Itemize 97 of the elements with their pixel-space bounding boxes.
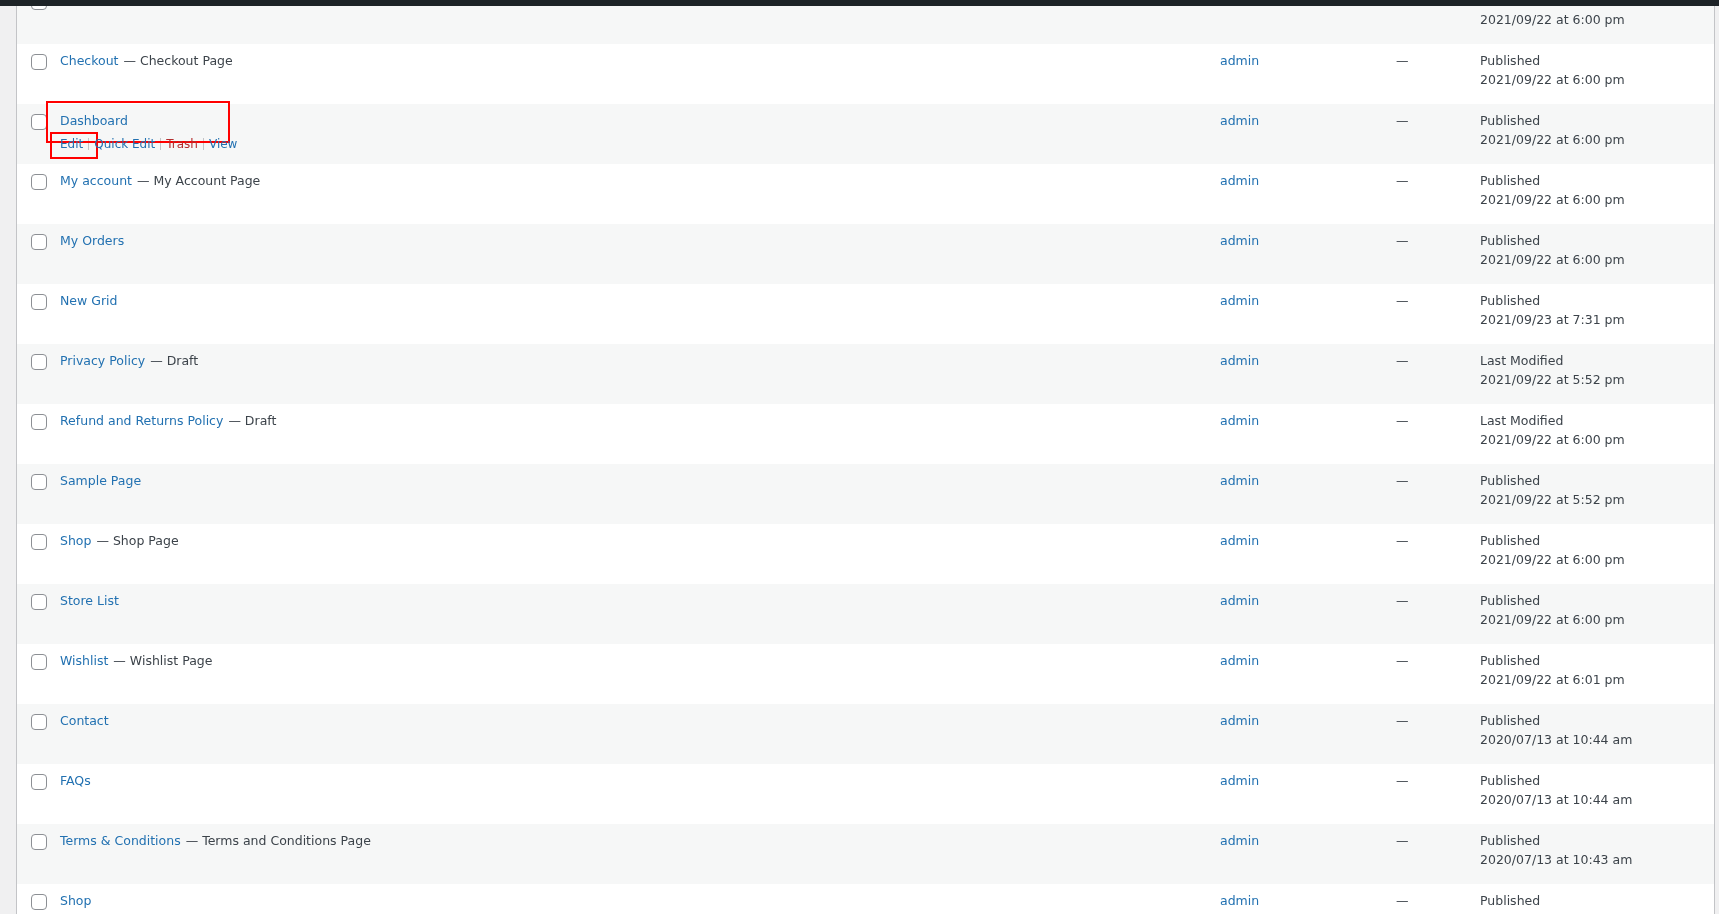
date-text: 2021/09/22 at 5:52 pm (1480, 372, 1625, 387)
row-checkbox[interactable] (30, 534, 47, 550)
page-title-link[interactable]: Shop (60, 893, 92, 908)
date-text: 2021/09/22 at 6:00 pm (1480, 552, 1625, 567)
comments-count: — (1396, 173, 1409, 188)
date-text: 2021/09/22 at 6:00 pm (1480, 12, 1625, 27)
date-status: Published (1480, 893, 1541, 908)
date-text: 2021/09/22 at 6:00 pm (1480, 432, 1625, 447)
date-text: 2021/09/22 at 6:00 pm (1480, 72, 1625, 87)
page-state: — My Account Page (136, 173, 261, 188)
author-link[interactable]: admin (1220, 593, 1260, 608)
date-text: 2020/07/13 at 10:43 am (1480, 852, 1633, 867)
author-link[interactable]: admin (1220, 53, 1260, 68)
date-text: 2021/09/22 at 6:00 pm (1480, 192, 1625, 207)
date-text: 2021/09/22 at 6:00 pm (1480, 132, 1625, 147)
date-status: Published (1480, 833, 1542, 848)
date-text: 2021/09/22 at 6:00 pm (1480, 252, 1625, 267)
author-link[interactable]: admin (1220, 833, 1260, 848)
date-text: 2020/07/13 at 10:44 am (1480, 732, 1633, 747)
author-link[interactable]: admin (1220, 713, 1260, 728)
comments-count: — (1396, 653, 1409, 668)
author-link[interactable]: admin (1220, 893, 1260, 908)
page-title-link[interactable]: Checkout (60, 53, 119, 68)
page-title-link[interactable]: My account (60, 173, 132, 188)
author-link[interactable]: admin (1220, 173, 1260, 188)
comments-count: — (1396, 233, 1409, 248)
comments-count: — (1396, 473, 1409, 488)
page-title-link[interactable]: FAQs (60, 773, 91, 788)
date-text: 2021/09/22 at 5:52 pm (1480, 492, 1625, 507)
date-status: Published (1480, 233, 1542, 248)
comments-count: — (1396, 113, 1409, 128)
page-state: — Terms and Conditions Page (185, 833, 371, 848)
comments-count: — (1396, 833, 1409, 848)
page-title-link[interactable]: Dashboard (60, 113, 128, 128)
comments-count: — (1396, 533, 1409, 548)
page-title-link[interactable]: New Grid (60, 293, 118, 308)
date-text: 2021/09/22 at 6:00 pm (1480, 612, 1625, 627)
date-text: 2021/09/23 at 7:31 pm (1480, 312, 1625, 327)
row-checkbox[interactable] (30, 474, 47, 490)
row-checkbox[interactable] (30, 834, 47, 850)
comments-count: — (1396, 413, 1409, 428)
author-link[interactable]: admin (1220, 473, 1260, 488)
row-checkbox[interactable] (30, 114, 47, 130)
row-checkbox[interactable] (30, 174, 47, 190)
author-link[interactable]: admin (1220, 233, 1260, 248)
row-checkbox[interactable] (30, 414, 47, 430)
page-title-link[interactable]: My Orders (60, 233, 125, 248)
date-status: Published (1480, 473, 1542, 488)
date-status: Last Modified (1480, 353, 1565, 368)
page-state: — Checkout Page (123, 53, 233, 68)
date-status: Published (1480, 713, 1542, 728)
page-title-link[interactable]: Privacy Policy (60, 353, 146, 368)
author-link[interactable]: admin (1220, 773, 1260, 788)
comments-count: — (1396, 713, 1409, 728)
page-state: — Shop Page (96, 533, 179, 548)
date-text: 2020/07/13 at 10:44 am (1480, 792, 1633, 807)
row-checkbox[interactable] (30, 594, 47, 610)
date-status: Published (1480, 773, 1542, 788)
author-link[interactable]: admin (1220, 353, 1260, 368)
date-text: 2021/09/22 at 6:01 pm (1480, 672, 1625, 687)
author-link[interactable]: admin (1220, 533, 1260, 548)
row-checkbox[interactable] (30, 714, 47, 730)
comments-count: — (1396, 773, 1409, 788)
date-status: Published (1480, 293, 1542, 308)
page-title-link[interactable]: Contact (60, 713, 109, 728)
row-checkbox[interactable] (30, 354, 47, 370)
date-status: Published (1480, 653, 1542, 668)
author-link[interactable]: admin (1220, 653, 1260, 668)
page-title-link[interactable]: Refund and Returns Policy (60, 413, 224, 428)
page-state: — Draft (228, 413, 277, 428)
date-status: Published (1480, 593, 1542, 608)
author-link[interactable]: admin (1220, 113, 1260, 128)
row-checkbox[interactable] (30, 294, 47, 310)
page-title-link[interactable]: Wishlist (60, 653, 109, 668)
page-state: — Draft (150, 353, 199, 368)
row-checkbox[interactable] (30, 654, 47, 670)
comments-count: — (1396, 293, 1409, 308)
page-title-link[interactable]: Sample Page (60, 473, 142, 488)
row-checkbox[interactable] (30, 894, 47, 910)
page-state: — Wishlist Page (113, 653, 213, 668)
date-status: Published (1480, 53, 1542, 68)
author-link[interactable]: admin (1220, 413, 1260, 428)
row-checkbox[interactable] (30, 54, 47, 70)
row-checkbox[interactable] (30, 774, 47, 790)
comments-count: — (1396, 53, 1409, 68)
page-title-link[interactable]: Terms & Conditions (60, 833, 181, 848)
row-checkbox[interactable] (30, 234, 47, 250)
date-status: Published (1480, 173, 1542, 188)
page-title-link[interactable]: Store List (60, 593, 119, 608)
date-status: Last Modified (1480, 413, 1565, 428)
comments-count: — (1396, 893, 1409, 908)
date-status: Published (1480, 113, 1542, 128)
comments-count: — (1396, 353, 1409, 368)
author-link[interactable]: admin (1220, 293, 1260, 308)
date-status: Published (1480, 533, 1542, 548)
page-title-link[interactable]: Shop (60, 533, 92, 548)
comments-count: — (1396, 593, 1409, 608)
